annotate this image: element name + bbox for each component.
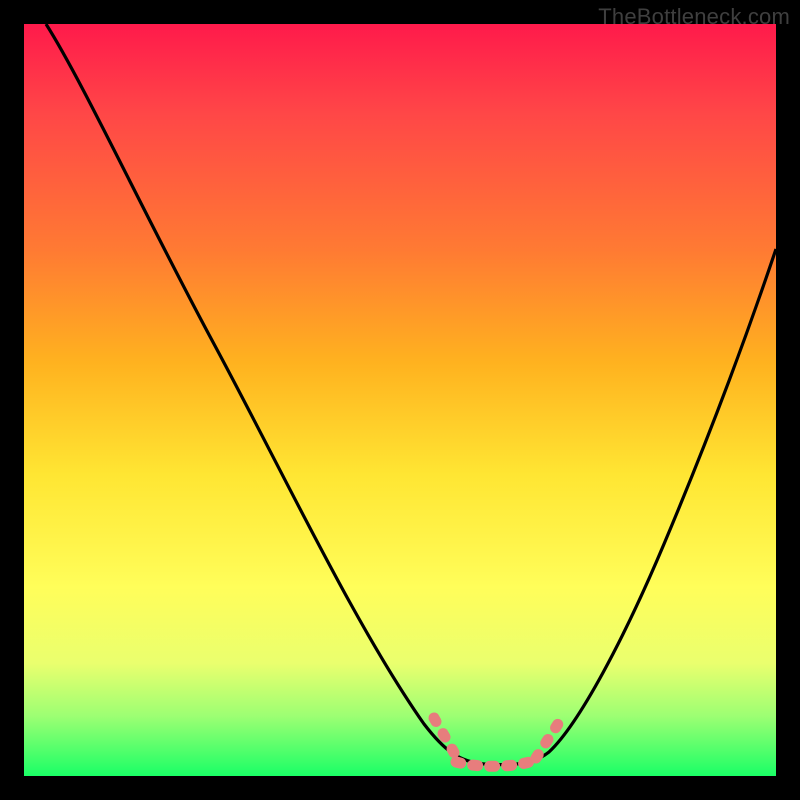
chart-frame: TheBottleneck.com bbox=[0, 0, 800, 800]
curve-overlay bbox=[24, 24, 776, 776]
plot-area bbox=[24, 24, 776, 776]
bottleneck-curve bbox=[46, 24, 776, 765]
highlight-left-dash bbox=[434, 718, 456, 756]
